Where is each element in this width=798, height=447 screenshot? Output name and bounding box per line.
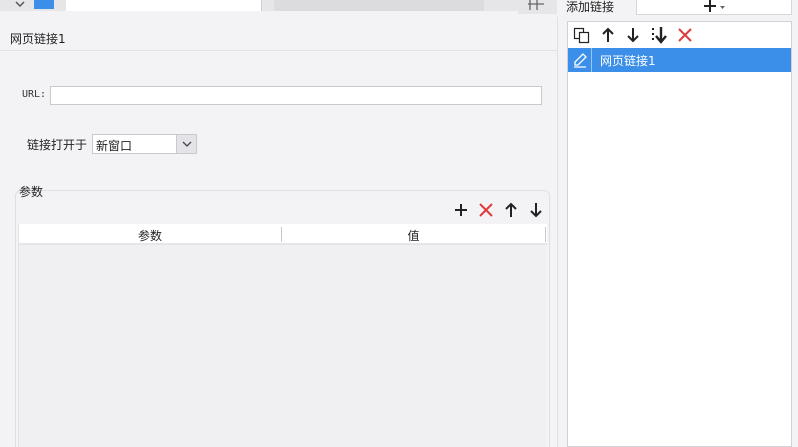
- side-toolbar-strip: [518, 0, 557, 14]
- params-group-label: 参数: [19, 185, 44, 199]
- move-up-link-button[interactable]: [599, 26, 617, 44]
- add-link-button[interactable]: [636, 0, 792, 15]
- copy-icon: [573, 27, 590, 44]
- tab-partial-2[interactable]: [274, 0, 484, 11]
- plus-dropdown-icon: [704, 0, 725, 12]
- panel-title-bar: 网页链接1: [0, 26, 557, 50]
- copy-link-button[interactable]: [573, 26, 591, 44]
- add-link-label: 添加链接: [566, 0, 615, 14]
- arrow-down-icon: [530, 203, 542, 218]
- delete-link-button[interactable]: [676, 26, 694, 44]
- delete-param-button[interactable]: [477, 201, 495, 219]
- plus-icon: [455, 204, 467, 216]
- edit-link-button[interactable]: [568, 48, 592, 72]
- panel-title: 网页链接1: [10, 32, 66, 46]
- arrow-up-icon: [505, 202, 517, 217]
- move-to-bottom-link-button[interactable]: [650, 26, 668, 44]
- add-param-button[interactable]: [452, 201, 470, 219]
- params-table[interactable]: 参数 值: [18, 224, 547, 447]
- tab-partial-1[interactable]: [66, 0, 262, 11]
- arrow-down-icon: [627, 28, 639, 43]
- delete-x-icon: [678, 28, 692, 42]
- params-table-header: 参数 值: [19, 224, 547, 245]
- link-list-item[interactable]: 网页链接1: [568, 48, 791, 72]
- link-item-label: 网页链接1: [600, 54, 656, 68]
- toolbar-dropdown-icon[interactable]: [14, 0, 26, 8]
- open-in-select[interactable]: 新窗口: [92, 134, 197, 154]
- column-header-value[interactable]: 值: [282, 227, 545, 244]
- column-divider[interactable]: [545, 227, 546, 242]
- link-list-panel: 网页链接1: [567, 21, 792, 447]
- arrow-up-icon: [602, 27, 614, 42]
- open-in-label: 链接打开于: [27, 138, 88, 152]
- toolbar-active-button[interactable]: [34, 0, 54, 9]
- panel-divider: [557, 17, 558, 447]
- arrow-to-bottom-icon: [652, 27, 667, 44]
- column-header-param[interactable]: 参数: [19, 227, 281, 244]
- select-dropdown-button[interactable]: [176, 135, 196, 153]
- title-divider: [0, 50, 557, 51]
- delete-x-icon: [479, 203, 493, 217]
- url-label: URL:: [22, 89, 47, 100]
- move-down-param-button[interactable]: [527, 201, 545, 219]
- pencil-icon: [574, 53, 587, 68]
- open-in-selected-value: 新窗口: [96, 139, 133, 153]
- chevron-down-icon: [182, 141, 192, 147]
- move-down-link-button[interactable]: [624, 26, 642, 44]
- url-input[interactable]: [50, 86, 542, 105]
- table-icon[interactable]: [528, 0, 548, 12]
- move-up-param-button[interactable]: [502, 201, 520, 219]
- partial-toolbar: [0, 0, 518, 11]
